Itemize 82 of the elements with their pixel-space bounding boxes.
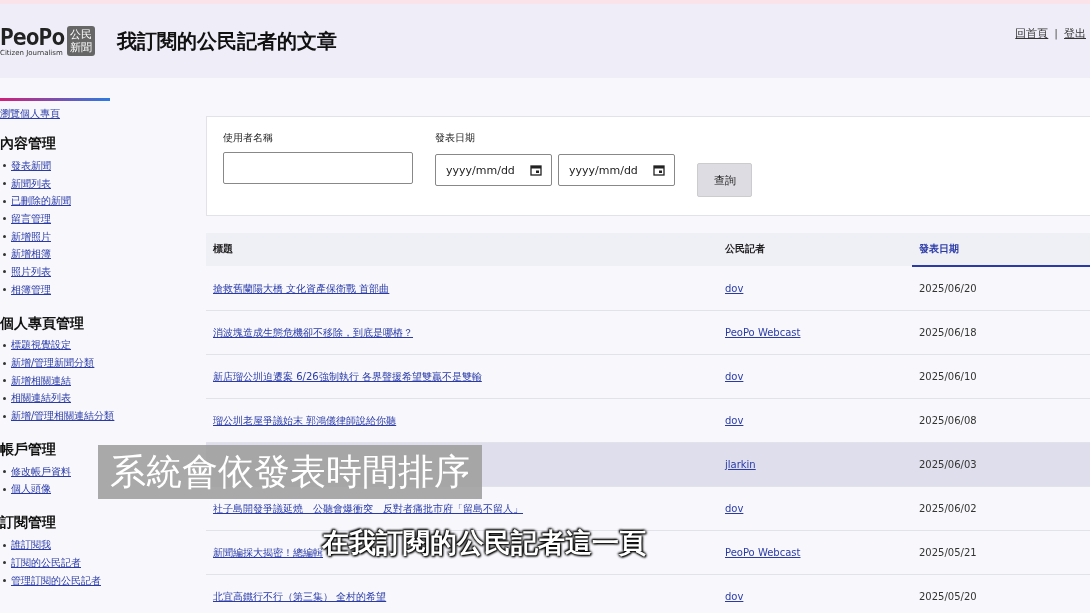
field-label: 發表日期 — [435, 131, 476, 145]
bullet-icon — [3, 470, 6, 474]
subtitle-overlay: 系統會依發表時間排序 — [98, 445, 482, 499]
bullet-icon — [3, 182, 6, 186]
author-link[interactable]: dov — [725, 591, 744, 602]
bullet-icon — [3, 379, 6, 383]
field-label: 使用者名稱 — [223, 131, 274, 145]
sidebar-link[interactable]: 瀏覽個人專頁 — [0, 107, 60, 121]
date-cell: 2025/06/10 — [912, 354, 1090, 399]
bullet-icon — [3, 396, 6, 400]
bullet-icon — [3, 199, 6, 203]
sidebar-link[interactable]: 標題視覺設定 — [11, 338, 71, 353]
date-field[interactable]: yyyy/mm/dd — [558, 154, 675, 186]
sidebar-link[interactable]: 照片列表 — [11, 264, 51, 279]
sidebar-link[interactable]: 新聞列表 — [11, 176, 51, 191]
date-cell: 2025/06/03 — [912, 442, 1090, 487]
sidebar-link[interactable]: 修改帳戶資料 — [11, 464, 71, 479]
author-link[interactable]: dov — [725, 371, 744, 382]
date-cell: 2025/05/20 — [912, 574, 1090, 613]
article-link[interactable]: 消波塊造成生態危機卻不移除，到底是哪樁？ — [213, 326, 413, 338]
bullet-icon — [3, 343, 6, 347]
date-cell: 2025/06/08 — [912, 398, 1090, 443]
logo-badge: 公民新聞 — [67, 26, 96, 56]
date-field[interactable]: yyyy/mm/dd — [435, 154, 552, 186]
calendar-icon — [653, 164, 665, 176]
sidebar-heading: 訂閱管理 — [0, 514, 57, 533]
article-link[interactable]: 搶救舊蘭陽大橋 文化資產保衛戰 首部曲 — [213, 282, 390, 294]
bullet-icon — [3, 543, 6, 547]
logout-link[interactable]: 登出 — [1064, 26, 1086, 41]
article-link[interactable]: 瑠公圳老屋爭議始末 郭鴻儀律師說給你聽 — [213, 414, 397, 426]
article-link[interactable]: 北宜高鐵行不行（第三集） 全村的希望 — [213, 590, 387, 602]
sidebar-link[interactable]: 已刪除的新聞 — [11, 194, 71, 209]
column-header[interactable]: 公民記者 — [718, 233, 912, 266]
author-link[interactable]: jlarkin — [725, 459, 756, 470]
sidebar-link[interactable]: 新增/管理新聞分類 — [11, 356, 95, 371]
sidebar-link[interactable]: 新增相關連結 — [11, 373, 71, 388]
calendar-icon — [530, 164, 542, 176]
bullet-icon — [3, 414, 6, 418]
search-button[interactable]: 查詢 — [697, 163, 752, 197]
sidebar-heading: 內容管理 — [0, 135, 57, 153]
link-separator: | — [1054, 27, 1058, 40]
sidebar-link[interactable]: 誰訂閱我 — [11, 538, 51, 553]
logo-word: PeoPo — [0, 25, 65, 49]
bullet-icon — [3, 235, 6, 239]
bullet-icon — [3, 270, 6, 274]
article-link[interactable]: 新店瑠公圳迫遷案 6/26強制執行 各界聲援希望雙贏不是雙輸 — [213, 370, 482, 382]
page-title: 我訂閱的公民記者的文章 — [117, 27, 338, 55]
sidebar-link[interactable]: 訂閱的公民記者 — [11, 555, 81, 570]
sidebar-link[interactable]: 個人頭像 — [11, 482, 51, 497]
bullet-icon — [3, 361, 6, 365]
sidebar-link[interactable]: 留言管理 — [11, 211, 51, 226]
column-header[interactable]: 發表日期 — [912, 233, 1090, 266]
date-cell: 2025/06/18 — [912, 310, 1090, 355]
subtitle-overlay: 在我訂閱的公民記者這一頁 — [322, 526, 646, 561]
sidebar-link[interactable]: 發表新聞 — [11, 158, 51, 173]
author-link[interactable]: dov — [725, 503, 744, 514]
sidebar-link[interactable]: 相簿管理 — [11, 282, 51, 297]
date-cell: 2025/06/20 — [912, 266, 1090, 311]
bullet-icon — [3, 487, 6, 491]
sidebar-link[interactable]: 新增照片 — [11, 229, 51, 244]
sidebar-link[interactable]: 管理訂閱的公民記者 — [11, 573, 101, 588]
author-link[interactable]: PeoPo Webcast — [725, 327, 801, 338]
bullet-icon — [3, 561, 6, 565]
date-cell: 2025/05/21 — [912, 530, 1090, 575]
author-link[interactable]: PeoPo Webcast — [725, 547, 801, 558]
sidebar-link[interactable]: 相關連結列表 — [11, 391, 71, 406]
bullet-icon — [3, 164, 6, 168]
date-cell: 2025/06/02 — [912, 486, 1090, 531]
sidebar-heading: 帳戶管理 — [0, 440, 57, 459]
sidebar-link[interactable]: 新增/管理相關連結分類 — [11, 409, 115, 424]
home-link[interactable]: 回首頁 — [1015, 26, 1049, 41]
article-link[interactable]: 社子島開發爭議延燒 公聽會爆衝突 反對者痛批市府「留島不留人」 — [213, 502, 523, 514]
sidebar-link[interactable]: 新增相簿 — [11, 247, 51, 262]
bullet-icon — [3, 252, 6, 256]
author-link[interactable]: dov — [725, 283, 744, 294]
column-header[interactable]: 標題 — [206, 233, 718, 266]
author-link[interactable]: dov — [725, 415, 744, 426]
bullet-icon — [3, 217, 6, 221]
bullet-icon — [3, 579, 6, 583]
sidebar-heading: 個人專頁管理 — [0, 314, 85, 333]
username-field[interactable] — [223, 152, 413, 184]
bullet-icon — [3, 288, 6, 292]
